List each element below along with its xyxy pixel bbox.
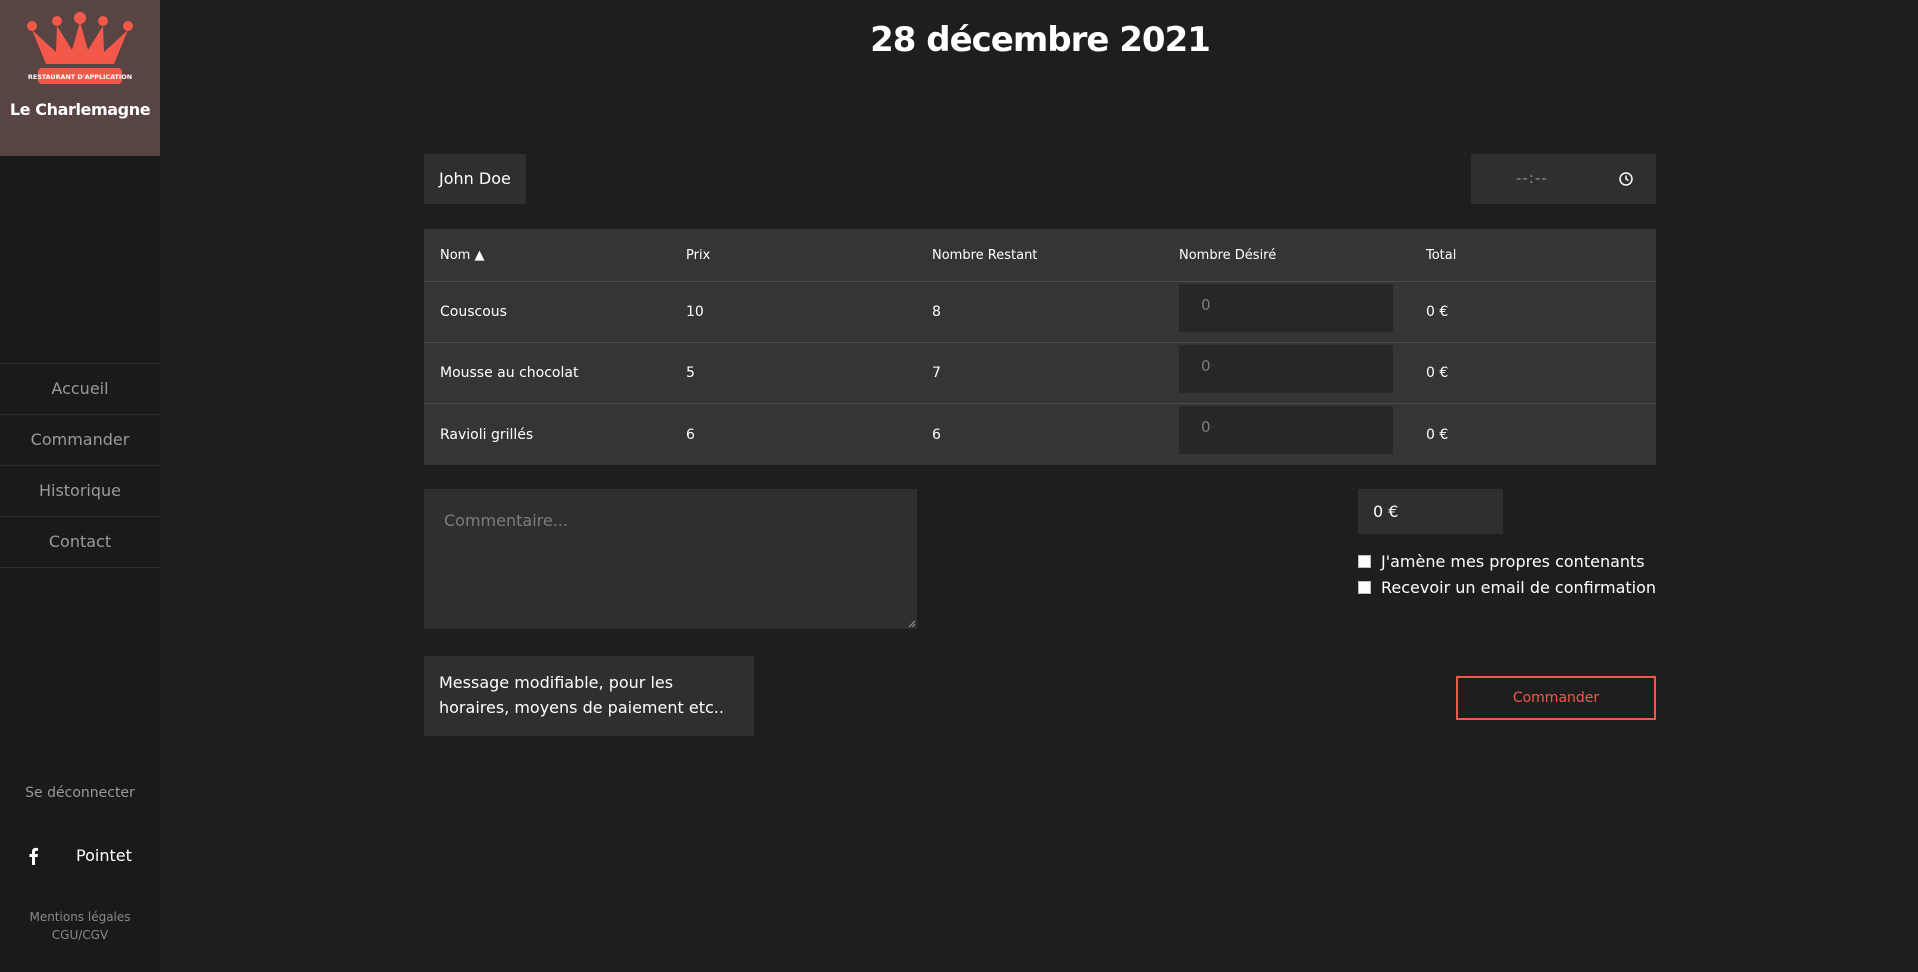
info-message: Message modifiable, pour les horaires, m…: [424, 656, 754, 736]
item-price: 5: [686, 365, 695, 381]
facebook-label: Pointet: [76, 846, 132, 865]
item-total: 0 €: [1426, 304, 1449, 320]
table-header: Nom ▲ Prix Nombre Restant Nombre Désiré …: [424, 229, 1656, 282]
legal-mentions-link[interactable]: Mentions légales: [0, 908, 160, 926]
checkbox[interactable]: [1358, 554, 1371, 568]
cgu-cgv-link[interactable]: CGU/CGV: [0, 926, 160, 944]
table-row: Couscous 10 8 0 0 €: [424, 282, 1656, 343]
option-own-containers[interactable]: J'amène mes propres contenants: [1358, 550, 1645, 572]
order-button[interactable]: Commander: [1456, 676, 1656, 720]
column-header-restant[interactable]: Nombre Restant: [932, 229, 1037, 281]
nav-item-accueil[interactable]: Accueil: [0, 364, 160, 415]
facebook-icon: [29, 847, 38, 865]
resize-grip-icon[interactable]: [908, 620, 916, 628]
legal-links: Mentions légales CGU/CGV: [0, 908, 160, 944]
customer-name: John Doe: [424, 154, 526, 204]
nav-item-contact[interactable]: Contact: [0, 517, 160, 568]
item-remaining: 6: [932, 426, 941, 443]
brand-name: Le Charlemagne: [9, 100, 151, 119]
item-price: 10: [686, 304, 704, 320]
quantity-input[interactable]: 0: [1179, 345, 1393, 393]
quantity-input[interactable]: 0: [1179, 406, 1393, 454]
comment-textarea[interactable]: Commentaire...: [424, 489, 917, 629]
logo-badge-text: RESTAURANT D'APPLICATION: [28, 73, 132, 81]
page-title: 28 décembre 2021: [870, 20, 1211, 60]
table-row: Mousse au chocolat 5 7 0 0 €: [424, 343, 1656, 404]
item-name: Ravioli grillés: [440, 426, 534, 443]
option-label: J'amène mes propres contenants: [1381, 551, 1645, 571]
quantity-input[interactable]: 0: [1179, 284, 1393, 332]
column-header-prix[interactable]: Prix: [686, 229, 710, 281]
logout-link[interactable]: Se déconnecter: [0, 785, 160, 801]
item-price: 6: [686, 426, 695, 443]
message-line: Message modifiable, pour les: [439, 673, 674, 692]
column-header-total[interactable]: Total: [1426, 229, 1456, 281]
option-email-confirmation[interactable]: Recevoir un email de confirmation: [1358, 576, 1656, 598]
item-remaining: 7: [932, 365, 941, 381]
item-remaining: 8: [932, 304, 941, 320]
column-header-desire[interactable]: Nombre Désiré: [1179, 229, 1276, 281]
item-total: 0 €: [1426, 426, 1449, 443]
option-label: Recevoir un email de confirmation: [1381, 577, 1657, 597]
time-input[interactable]: --:--: [1471, 154, 1656, 204]
item-name: Couscous: [440, 304, 507, 320]
column-header-nom[interactable]: Nom ▲: [440, 229, 484, 281]
message-line: horaires, moyens de paiement etc..: [439, 698, 724, 717]
nav-item-commander[interactable]: Commander: [0, 415, 160, 466]
table-row: Ravioli grillés 6 6 0 0 €: [424, 404, 1656, 465]
nav-item-historique[interactable]: Historique: [0, 466, 160, 517]
order-table: Nom ▲ Prix Nombre Restant Nombre Désiré …: [424, 229, 1656, 465]
item-name: Mousse au chocolat: [440, 365, 579, 381]
sidebar: RESTAURANT D'APPLICATION Le Charlemagne …: [0, 0, 160, 972]
facebook-link[interactable]: Pointet: [0, 845, 160, 869]
checkbox[interactable]: [1358, 580, 1371, 594]
comment-placeholder: Commentaire...: [444, 511, 568, 530]
sidebar-nav: Accueil Commander Historique Contact: [0, 363, 160, 568]
item-total: 0 €: [1426, 365, 1449, 381]
grand-total: 0 €: [1358, 489, 1503, 534]
clock-icon[interactable]: [1618, 171, 1634, 187]
time-placeholder: --:--: [1516, 169, 1548, 187]
